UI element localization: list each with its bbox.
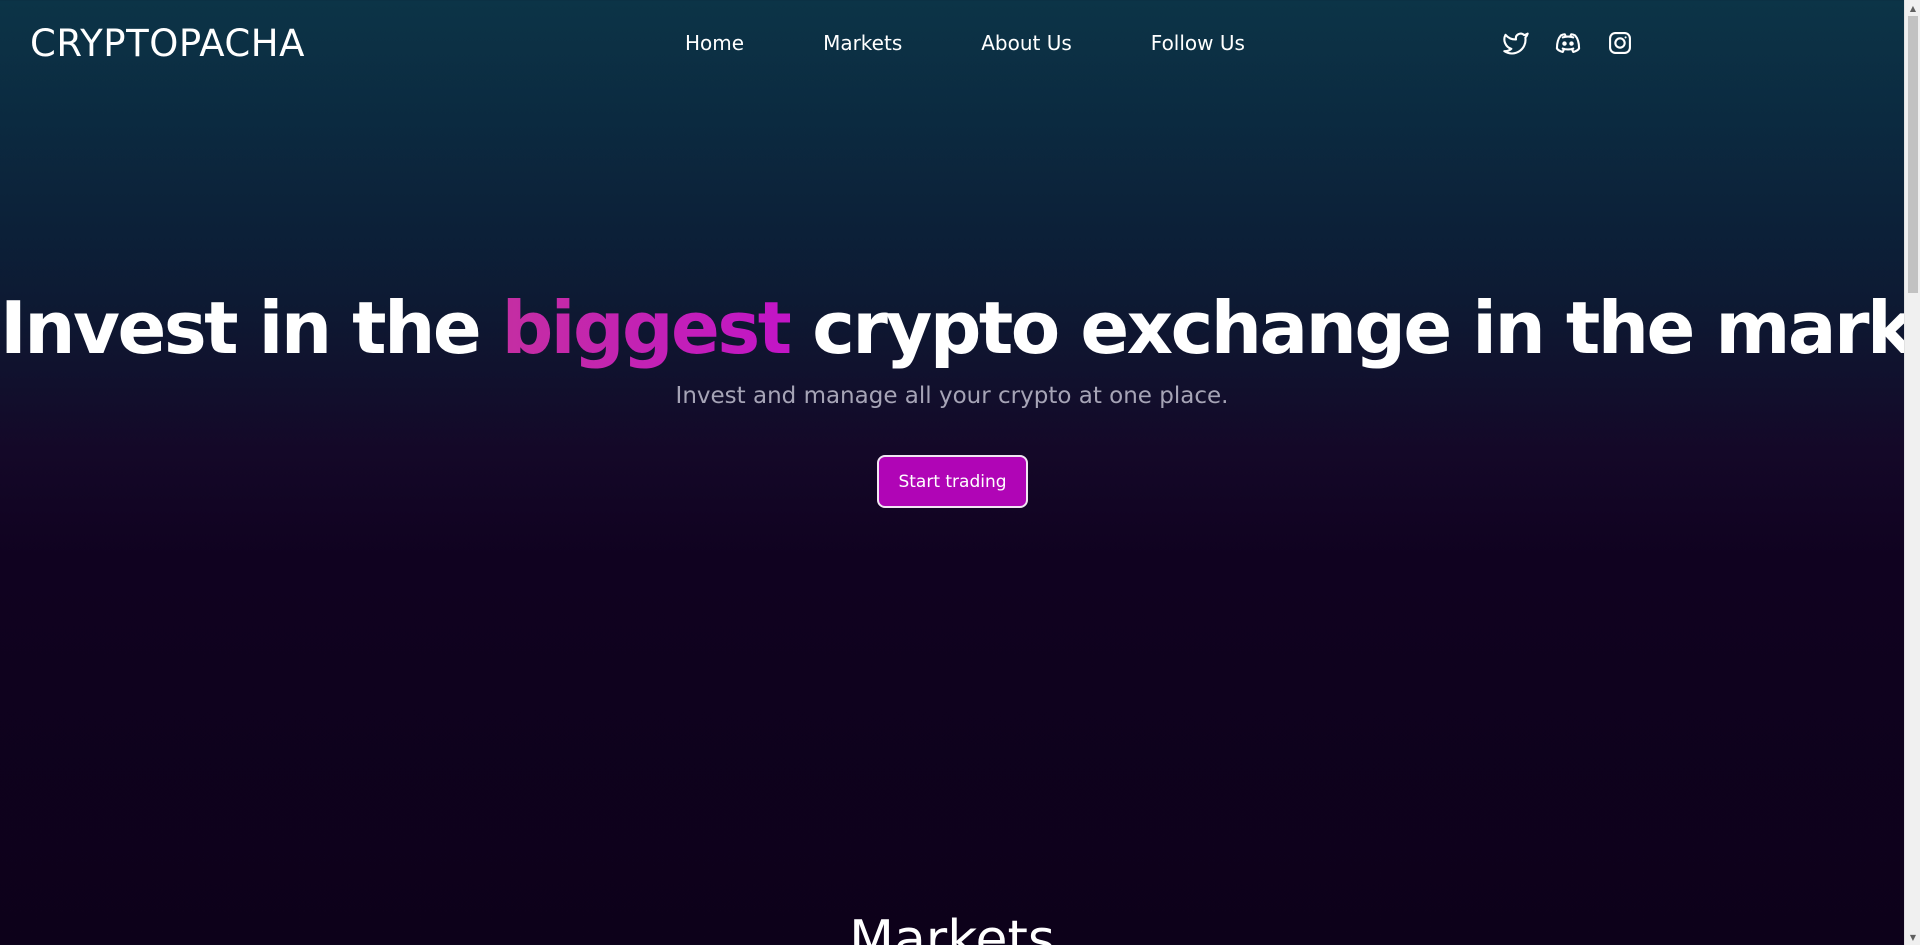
nav-link-markets[interactable]: Markets	[823, 31, 902, 55]
nav-link-follow-us[interactable]: Follow Us	[1151, 31, 1245, 55]
hero-section: Invest in the biggest crypto exchange in…	[0, 280, 1920, 412]
instagram-icon[interactable]	[1606, 29, 1634, 57]
hero-subheadline: Invest and manage all your crypto at one…	[675, 383, 1229, 409]
markets-section-heading: Markets	[849, 910, 1055, 945]
discord-icon[interactable]	[1554, 29, 1582, 57]
nav-link-about-us[interactable]: About Us	[981, 31, 1072, 55]
brand-logo[interactable]: CRYPTOPACHA	[30, 22, 305, 65]
headline-text-end: crypto exchange in the market	[789, 286, 1920, 370]
hero-headline: Invest in the biggest crypto exchange in…	[0, 280, 1920, 376]
social-links	[1502, 29, 1634, 57]
twitter-icon[interactable]	[1502, 29, 1530, 57]
main-nav: Home Markets About Us Follow Us	[685, 31, 1245, 55]
headline-text-start: Invest in the	[0, 286, 502, 370]
nav-link-home[interactable]: Home	[685, 31, 744, 55]
top-navbar: CRYPTOPACHA Home Markets About Us Follow…	[0, 0, 1904, 86]
scroll-down-arrow-icon[interactable]: ▼	[1905, 929, 1920, 945]
vertical-scrollbar[interactable]: ▲ ▼	[1904, 0, 1920, 945]
scrollbar-thumb[interactable]	[1908, 16, 1918, 293]
page: CRYPTOPACHA Home Markets About Us Follow…	[0, 0, 1920, 945]
scroll-up-arrow-icon[interactable]: ▲	[1905, 0, 1920, 16]
start-trading-button[interactable]: Start trading	[877, 455, 1028, 508]
headline-accent-word: biggest	[501, 286, 792, 370]
